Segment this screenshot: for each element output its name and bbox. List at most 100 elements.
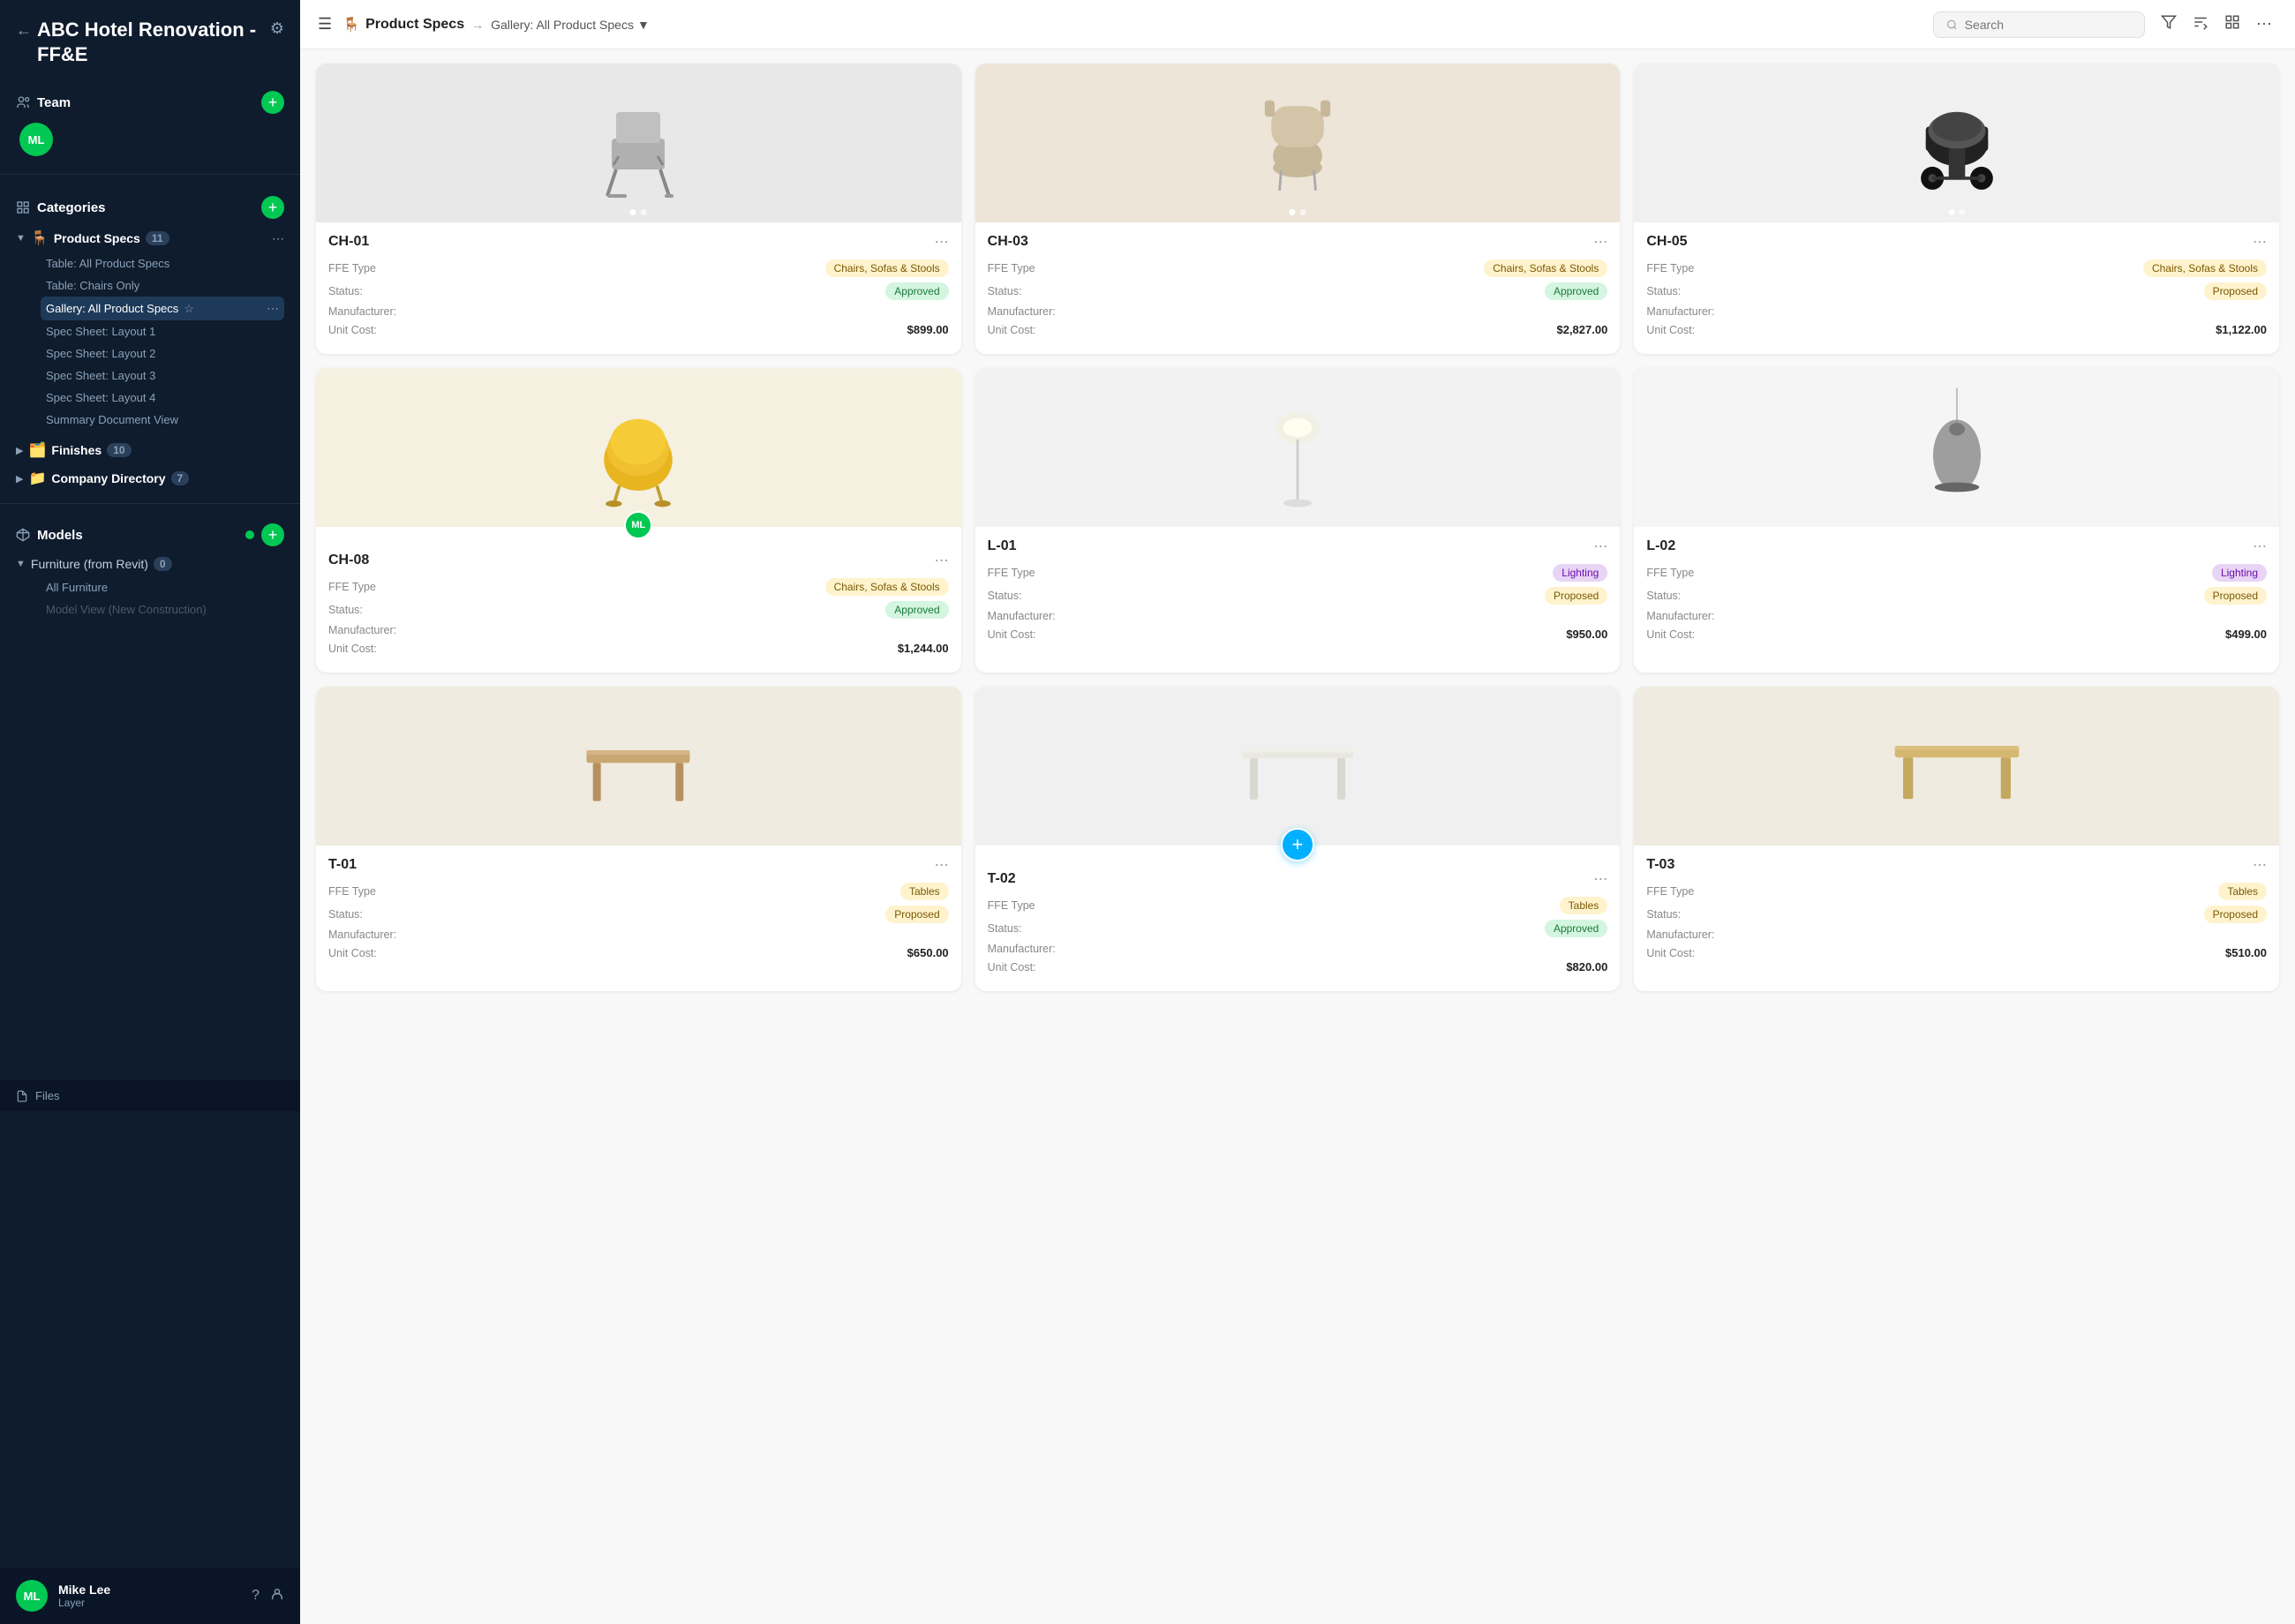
card-image [316, 687, 961, 846]
user-bar: ML Mike Lee Layer ? [0, 1568, 300, 1624]
card-ffe-row: FFE Type Chairs, Sofas & Stools [328, 259, 949, 277]
card-menu-button[interactable]: ⋯ [935, 552, 949, 569]
card-menu-button[interactable]: ⋯ [935, 856, 949, 874]
furniture-sub-items: All Furniture Model View (New Constructi… [16, 576, 284, 620]
star-icon[interactable]: ☆ [184, 302, 194, 316]
sidebar-item-gallery-all[interactable]: Gallery: All Product Specs ☆ ⋯ [41, 297, 284, 320]
status-badge: Proposed [2204, 587, 2267, 605]
category-product-specs[interactable]: ▼ 🪑 Product Specs 11 ⋯ [16, 224, 284, 252]
category-finishes[interactable]: ▶ 🗂️ Finishes 10 [16, 436, 284, 464]
sidebar-item-spec-4[interactable]: Spec Sheet: Layout 4 [41, 387, 284, 409]
card-menu-button[interactable]: ⋯ [2253, 233, 2267, 251]
unit-cost-value: $510.00 [2225, 946, 2267, 959]
ffe-type-label: FFE Type [988, 567, 1035, 579]
manufacturer-label: Manufacturer: [1646, 305, 1714, 318]
card-plus-button[interactable]: + [1281, 828, 1314, 861]
card-image-inner [1634, 368, 2279, 527]
files-label: Files [35, 1089, 59, 1102]
back-button[interactable]: ← [16, 21, 37, 40]
card-image [975, 368, 1621, 527]
add-category-button[interactable]: + [261, 196, 284, 219]
card-status-row: Status: Proposed [988, 587, 1608, 605]
product-card-t-02: + T-02 ⋯ FFE Type Tables Status: Approve… [975, 687, 1621, 991]
unit-cost-value: $820.00 [1566, 960, 1607, 974]
sidebar-item-all-furniture[interactable]: All Furniture [41, 576, 284, 598]
sidebar: ← ABC Hotel Renovation - FF&E ⚙ Team + M… [0, 0, 300, 1624]
sort-button[interactable] [2187, 9, 2214, 40]
gallery: CH-01 ⋯ FFE Type Chairs, Sofas & Stools … [300, 49, 2295, 1624]
help-button[interactable]: ? [252, 1587, 260, 1605]
unit-cost-label: Unit Cost: [1646, 628, 1695, 641]
status-badge: Approved [1545, 920, 1607, 937]
sidebar-item-spec-2[interactable]: Spec Sheet: Layout 2 [41, 342, 284, 365]
sidebar-item-model-view[interactable]: Model View (New Construction) [41, 598, 284, 620]
gallery-menu[interactable]: ⋯ [267, 301, 279, 316]
category-furniture-revit[interactable]: ▼ Furniture (from Revit) 0 [16, 552, 284, 576]
sidebar-header: ← ABC Hotel Renovation - FF&E ⚙ [0, 0, 300, 77]
ffe-type-label: FFE Type [1646, 262, 1694, 274]
sidebar-item-spec-3[interactable]: Spec Sheet: Layout 3 [41, 365, 284, 387]
unit-cost-label: Unit Cost: [988, 628, 1036, 641]
settings-button[interactable]: ⚙ [270, 19, 284, 38]
sidebar-item-spec-1[interactable]: Spec Sheet: Layout 1 [41, 320, 284, 342]
unit-cost-value: $2,827.00 [1556, 323, 1607, 336]
category-company-directory[interactable]: ▶ 📁 Company Directory 7 [16, 464, 284, 492]
card-id: CH-01 [328, 234, 369, 250]
card-manufacturer-row: Manufacturer: [1646, 610, 2267, 622]
card-manufacturer-row: Manufacturer: [328, 305, 949, 318]
files-bar[interactable]: Files [0, 1080, 300, 1111]
manufacturer-label: Manufacturer: [988, 610, 1056, 622]
card-body: CH-03 ⋯ FFE Type Chairs, Sofas & Stools … [975, 222, 1621, 354]
manufacturer-label: Manufacturer: [1646, 929, 1714, 941]
unit-cost-label: Unit Cost: [328, 324, 377, 336]
add-team-button[interactable]: + [261, 91, 284, 114]
product-card-l-02: L-02 ⋯ FFE Type Lighting Status: Propose… [1634, 368, 2279, 673]
team-section-header: Team + [16, 84, 284, 119]
card-cost-row: Unit Cost: $899.00 [328, 323, 949, 336]
card-image [1634, 368, 2279, 527]
add-model-button[interactable]: + [261, 523, 284, 546]
team-label: Team [16, 95, 71, 110]
view-toggle-button[interactable] [2219, 9, 2246, 40]
card-menu-button[interactable]: ⋯ [2253, 856, 2267, 874]
card-dot [1948, 209, 1954, 215]
ffe-type-value: Chairs, Sofas & Stools [825, 259, 949, 277]
card-header: CH-05 ⋯ [1646, 233, 2267, 251]
ffe-type-label: FFE Type [988, 899, 1035, 912]
card-menu-button[interactable]: ⋯ [1593, 870, 1607, 888]
sidebar-item-summary[interactable]: Summary Document View [41, 409, 284, 431]
card-menu-button[interactable]: ⋯ [1593, 233, 1607, 251]
sidebar-item-table-chairs[interactable]: Table: Chairs Only [41, 274, 284, 297]
ffe-type-value: Lighting [2212, 564, 2267, 582]
ffe-type-label: FFE Type [988, 262, 1035, 274]
card-id: T-01 [328, 857, 357, 873]
card-manufacturer-row: Manufacturer: [988, 943, 1608, 955]
card-menu-button[interactable]: ⋯ [935, 233, 949, 251]
models-header: Models + [16, 518, 284, 552]
hamburger-button[interactable]: ☰ [318, 15, 332, 34]
ffe-type-label: FFE Type [328, 581, 376, 593]
chevron-down-icon-2: ▼ [16, 559, 26, 569]
user-profile-button[interactable] [270, 1587, 284, 1605]
search-input[interactable] [1965, 18, 2132, 32]
more-button[interactable]: ⋯ [2251, 10, 2277, 39]
card-id: T-02 [988, 871, 1016, 887]
models-actions: + [245, 523, 284, 546]
user-info: Mike Lee Layer [58, 1583, 241, 1609]
chevron-down-icon: ▼ [16, 233, 26, 244]
card-status-row: Status: Proposed [328, 906, 949, 923]
card-menu-button[interactable]: ⋯ [2253, 538, 2267, 555]
card-body: L-02 ⋯ FFE Type Lighting Status: Propose… [1634, 527, 2279, 658]
sidebar-item-table-all[interactable]: Table: All Product Specs [41, 252, 284, 274]
unit-cost-label: Unit Cost: [1646, 947, 1695, 959]
breadcrumb: 🪑 Product Specs → Gallery: All Product S… [342, 16, 650, 34]
card-ffe-row: FFE Type Lighting [988, 564, 1608, 582]
card-ffe-row: FFE Type Chairs, Sofas & Stools [988, 259, 1608, 277]
models-label: Models [16, 528, 83, 543]
card-avatar: ML [624, 511, 652, 539]
categories-section-header: Categories + [16, 189, 284, 224]
card-menu-button[interactable]: ⋯ [1593, 538, 1607, 555]
filter-button[interactable] [2156, 9, 2182, 40]
product-specs-menu[interactable]: ⋯ [272, 231, 284, 246]
breadcrumb-dropdown[interactable]: Gallery: All Product Specs ▼ [491, 18, 650, 32]
